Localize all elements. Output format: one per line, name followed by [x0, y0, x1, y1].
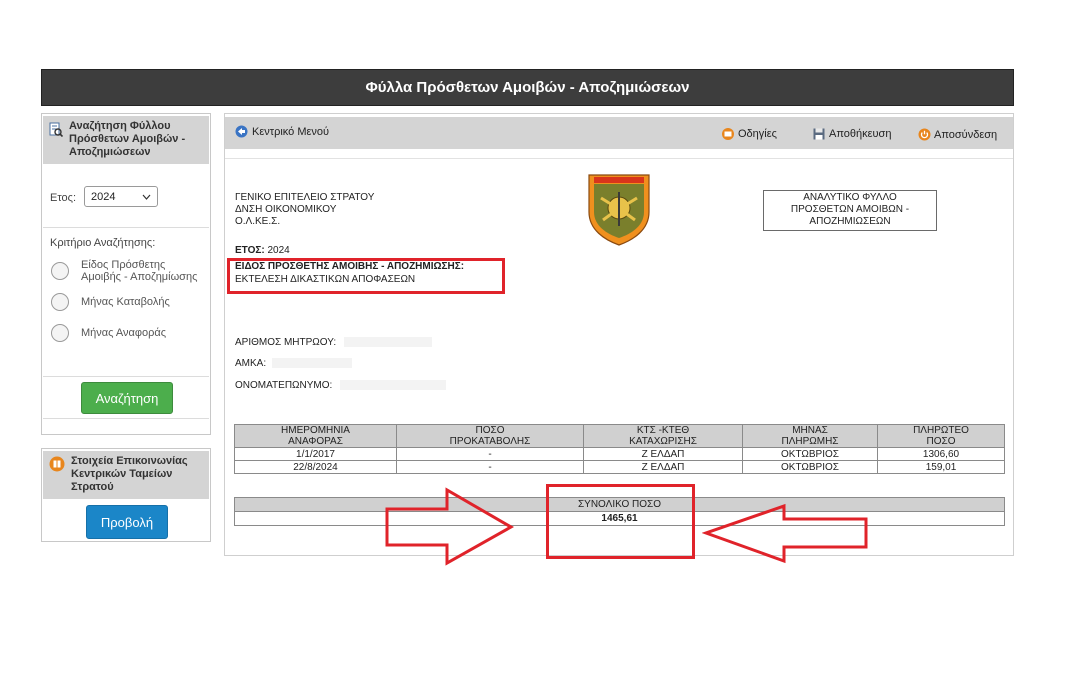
table-cell: -	[396, 447, 584, 461]
redacted-amka	[272, 358, 352, 368]
table-cell: ΟΚΤΩΒΡΙΟΣ	[742, 460, 878, 474]
sheet-title-line-3: ΑΠΟΖΗΜΙΩΣΕΩΝ	[809, 216, 891, 227]
radio-type-label-2: Αμοιβής - Αποζημίωσης	[81, 271, 198, 283]
sheet-title-line-2: ΠΡΟΣΘΕΤΩΝ ΑΜΟΙΒΩΝ -	[790, 204, 910, 215]
search-document-icon	[49, 122, 64, 141]
power-icon	[918, 128, 931, 141]
floppy-disk-icon	[813, 128, 825, 140]
table-cell: 22/8/2024	[234, 460, 397, 474]
logout-link[interactable]: Αποσύνδεση	[918, 128, 997, 141]
year-select[interactable]: 2024	[84, 186, 158, 207]
divider	[43, 376, 209, 377]
divider	[225, 158, 1013, 159]
table-cell: 159,01	[877, 460, 1005, 474]
instructions-link[interactable]: Οδηγίες	[722, 128, 777, 140]
army-emblem-logo	[587, 172, 651, 251]
logout-label: Αποσύνδεση	[934, 128, 998, 141]
radio-type-label-1: Είδος Πρόσθετης	[81, 259, 166, 271]
table-header-row: ΗΜΕΡΟΜΗΝΙΑ ΑΝΑΦΟΡΑΣ ΠΟΣΟ ΠΡΟΚΑΤΑΒΟΛΗΣ ΚΤΣ …	[234, 424, 1005, 448]
search-panel-header: Αναζήτηση Φύλλου Πρόσθετων Αμοιβών - Απο…	[43, 116, 209, 164]
redacted-registry-number	[344, 337, 432, 347]
save-link[interactable]: Αποθήκευση	[813, 128, 891, 140]
divider	[43, 227, 209, 228]
column-header: ΜΗΝΑΣ ΠΛΗΡΩΜΗΣ	[742, 424, 878, 448]
column-header: ΗΜΕΡΟΜΗΝΙΑ ΑΝΑΦΟΡΑΣ	[234, 424, 397, 448]
fullname-label: ΟΝΟΜΑΤΕΠΩΝΥΜΟ:	[235, 380, 333, 391]
table-cell: Ζ ΕΛΔΑΠ	[583, 460, 743, 474]
organization-line-1: ΓΕΝΙΚΟ ΕΠΙΤΕΛΕΙΟ ΣΤΡΑΤΟΥ	[235, 192, 375, 203]
page-title: Φύλλα Πρόσθετων Αμοιβών - Αποζημιώσεων	[365, 79, 690, 96]
radio-reference-month-label: Μήνας Αναφοράς	[81, 327, 167, 339]
main-menu-link[interactable]: Κεντρικό Μενού	[235, 125, 329, 138]
document-year: ΕΤΟΣ: 2024	[235, 245, 290, 257]
instructions-icon	[722, 128, 734, 140]
table-cell: Ζ ΕΛΔΑΠ	[583, 447, 743, 461]
contact-panel-header: Στοιχεία Επικοινωνίας Κεντρικών Ταμείων …	[43, 451, 209, 499]
left-arrow-annotation	[702, 503, 868, 564]
table-cell: 1/1/2017	[234, 447, 397, 461]
instructions-label: Οδηγίες	[738, 128, 777, 140]
toolbar	[225, 117, 1013, 149]
contact-panel-title-3: Στρατού	[71, 481, 114, 493]
table-cell: -	[396, 460, 584, 474]
organization-line-2: ΔΝΣΗ ΟΙΚΟΝΟΜΙΚΟΥ	[235, 204, 337, 215]
sheet-title-box: ΑΝΑΛΥΤΙΚΟ ΦΥΛΛΟ ΠΡΟΣΘΕΤΩΝ ΑΜΟΙΒΩΝ - ΑΠΟΖ…	[763, 190, 937, 231]
page-title-bar: Φύλλα Πρόσθετων Αμοιβών - Αποζημιώσεων	[41, 69, 1014, 106]
contact-book-icon	[49, 456, 65, 476]
amka-label: ΑΜΚΑ:	[235, 358, 267, 369]
right-arrow-annotation	[385, 487, 515, 566]
radio-circle[interactable]	[51, 262, 69, 280]
main-menu-label: Κεντρικό Μενού	[252, 125, 330, 138]
column-header: ΠΛΗΡΩΤΕΟ ΠΟΣΟ	[877, 424, 1005, 448]
radio-type[interactable]: Είδος Πρόσθετης Αμοιβής - Αποζημίωσης	[51, 259, 197, 283]
radio-payment-month[interactable]: Μήνας Καταβολής	[51, 293, 170, 311]
organization-line-3: Ο.Λ.ΚΕ.Σ.	[235, 216, 281, 227]
radio-payment-month-label: Μήνας Καταβολής	[81, 296, 170, 308]
radio-reference-month[interactable]: Μήνας Αναφοράς	[51, 324, 166, 342]
document-year-label: ΕΤΟΣ:	[235, 245, 265, 256]
year-select-value: 2024	[91, 190, 116, 203]
table-cell: ΟΚΤΩΒΡΙΟΣ	[742, 447, 878, 461]
payments-table: ΗΜΕΡΟΜΗΝΙΑ ΑΝΑΦΟΡΑΣ ΠΟΣΟ ΠΡΟΚΑΤΑΒΟΛΗΣ ΚΤΣ …	[234, 424, 1005, 474]
back-arrow-icon	[235, 125, 248, 138]
sheet-title-line-1: ΑΝΑΛΥΤΙΚΟ ΦΥΛΛΟ	[803, 192, 897, 203]
column-header: ΠΟΣΟ ΠΡΟΚΑΤΑΒΟΛΗΣ	[396, 424, 584, 448]
organization-block: ΓΕΝΙΚΟ ΕΠΙΤΕΛΕΙΟ ΣΤΡΑΤΟΥ ΔΝΣΗ ΟΙΚΟΝΟΜΙΚΟ…	[235, 192, 374, 228]
column-header: ΚΤΣ -ΚΤΕΘ ΚΑΤΑΧΩΡΙΣΗΣ	[583, 424, 743, 448]
chevron-down-icon	[142, 191, 151, 203]
table-cell: 1306,60	[877, 447, 1005, 461]
highlight-box-total	[546, 484, 695, 559]
highlight-box-compensation-type	[227, 258, 505, 294]
radio-circle[interactable]	[51, 293, 69, 311]
view-contact-button[interactable]: Προβολή	[86, 505, 168, 539]
save-label: Αποθήκευση	[829, 128, 892, 140]
table-row: 1/1/2017 - Ζ ΕΛΔΑΠ ΟΚΤΩΒΡΙΟΣ 1306,60	[234, 447, 1005, 461]
year-label: Ετος:	[50, 192, 77, 204]
search-panel-title-2: Πρόσθετων Αμοιβών -	[69, 133, 186, 145]
criteria-label: Κριτήριο Αναζήτησης:	[50, 237, 156, 249]
contact-panel-title-1: Στοιχεία Επικοινωνίας	[71, 455, 188, 467]
table-row: 22/8/2024 - Ζ ΕΛΔΑΠ ΟΚΤΩΒΡΙΟΣ 159,01	[234, 460, 1005, 474]
radio-circle[interactable]	[51, 324, 69, 342]
redacted-fullname	[340, 380, 446, 390]
search-panel-title-1: Αναζήτηση Φύλλου	[69, 120, 171, 132]
divider	[43, 418, 209, 419]
registry-number-label: ΑΡΙΘΜΟΣ ΜΗΤΡΩΟΥ:	[235, 337, 337, 348]
search-button[interactable]: Αναζήτηση	[81, 382, 173, 414]
document-year-value: 2024	[264, 245, 290, 256]
contact-panel-title-2: Κεντρικών Ταμείων	[71, 468, 173, 480]
search-panel-title-3: Αποζημιώσεων	[69, 146, 151, 158]
